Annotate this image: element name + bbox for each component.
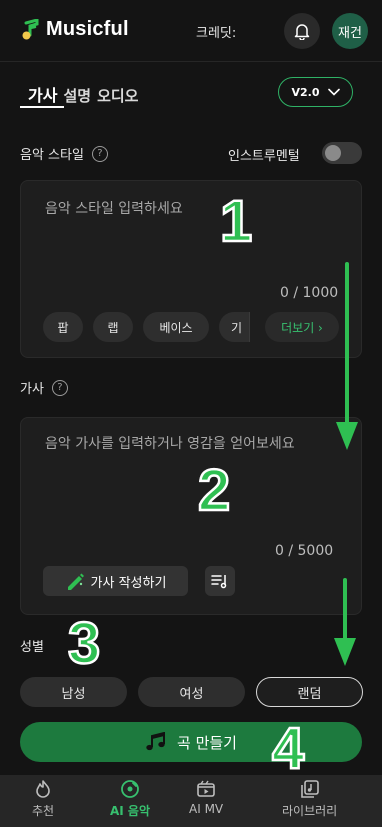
- style-chip-rap[interactable]: 랩: [93, 312, 133, 342]
- tab-description[interactable]: 설명: [63, 85, 91, 106]
- annotation-number-3: 3: [67, 611, 102, 676]
- brand-name: Musicful: [46, 18, 129, 40]
- annotation-arrow-down-1: [336, 262, 358, 450]
- nav-recommend-label: 추천: [32, 804, 55, 818]
- nav-ai-music-label: AI 음악: [110, 804, 151, 818]
- bottom-navigation: 추천 AI 음악 AI MV 라이브러리: [0, 775, 382, 827]
- write-lyrics-button[interactable]: 가사 작성하기: [43, 566, 188, 596]
- style-chip-bass[interactable]: 베이스: [143, 312, 209, 342]
- chevron-down-icon: [327, 88, 340, 96]
- credits-label: 크레딧:: [196, 26, 237, 41]
- nav-ai-mv-label: AI MV: [189, 802, 224, 816]
- create-song-label: 곡 만들기: [177, 733, 237, 752]
- disc-icon: [121, 780, 139, 798]
- instrumental-toggle[interactable]: [322, 142, 362, 164]
- lyrics-char-counter: 0 / 5000: [275, 543, 334, 559]
- gender-label: 성별: [20, 640, 44, 655]
- style-label-row: 음악 스타일 ?: [20, 144, 108, 163]
- tab-audio[interactable]: 오디오: [97, 85, 138, 106]
- video-icon: [197, 780, 215, 797]
- lyrics-label-row: 가사 ?: [20, 378, 68, 397]
- version-value: V2.0: [291, 85, 320, 99]
- nav-ai-music[interactable]: AI 음악: [110, 779, 150, 819]
- library-icon: [300, 780, 319, 798]
- version-select[interactable]: V2.0: [278, 77, 353, 107]
- annotation-number-4: 4: [271, 716, 306, 781]
- lyrics-input[interactable]: 음악 가사를 입력하거나 영감을 얻어보세요: [45, 433, 345, 455]
- create-song-button[interactable]: 곡 만들기: [20, 722, 362, 762]
- annotation-arrow-down-2: [334, 578, 356, 666]
- style-char-counter: 0 / 1000: [280, 285, 339, 301]
- more-styles-button[interactable]: 더보기 ›: [265, 312, 339, 342]
- style-chip-truncated[interactable]: 기: [219, 312, 249, 342]
- nav-recommend[interactable]: 추천: [32, 779, 54, 819]
- style-input[interactable]: 음악 스타일 입력하세요: [45, 198, 183, 220]
- nav-library-label: 라이브러리: [282, 804, 338, 818]
- notifications-button[interactable]: [284, 13, 320, 49]
- help-icon[interactable]: ?: [51, 379, 68, 396]
- chips-divider: [249, 312, 250, 342]
- bell-icon: [294, 24, 310, 40]
- style-label: 음악 스타일: [20, 148, 84, 163]
- music-notes-icon: [146, 732, 166, 751]
- brand-logo[interactable]: Musicful: [20, 18, 129, 41]
- annotation-number-1: 1: [219, 189, 254, 254]
- style-chip-pop[interactable]: 팝: [43, 312, 83, 342]
- list-music-icon: [211, 575, 227, 589]
- app-header: Musicful 크레딧: 재건: [0, 0, 382, 62]
- instrumental-label: 인스트루멘털: [228, 149, 300, 164]
- gender-option-male[interactable]: 남성: [20, 677, 127, 707]
- help-icon[interactable]: ?: [91, 145, 108, 162]
- nav-ai-mv[interactable]: AI MV: [189, 779, 223, 816]
- user-avatar[interactable]: 재건: [332, 13, 368, 49]
- mode-tabs: 가사 설명 오디오: [28, 82, 138, 106]
- music-note-logo-icon: [22, 18, 39, 39]
- gender-option-random[interactable]: 랜덤: [256, 677, 363, 707]
- pencil-icon: [67, 573, 84, 590]
- flame-icon: [36, 780, 50, 798]
- annotation-number-2: 2: [197, 458, 232, 523]
- gender-option-female[interactable]: 여성: [138, 677, 245, 707]
- tab-lyrics[interactable]: 가사: [28, 82, 57, 106]
- lyrics-label: 가사: [20, 382, 44, 397]
- write-lyrics-label: 가사 작성하기: [90, 575, 167, 591]
- nav-library[interactable]: 라이브러리: [282, 779, 337, 819]
- active-tab-indicator: [20, 106, 64, 108]
- lyrics-format-button[interactable]: [205, 566, 235, 596]
